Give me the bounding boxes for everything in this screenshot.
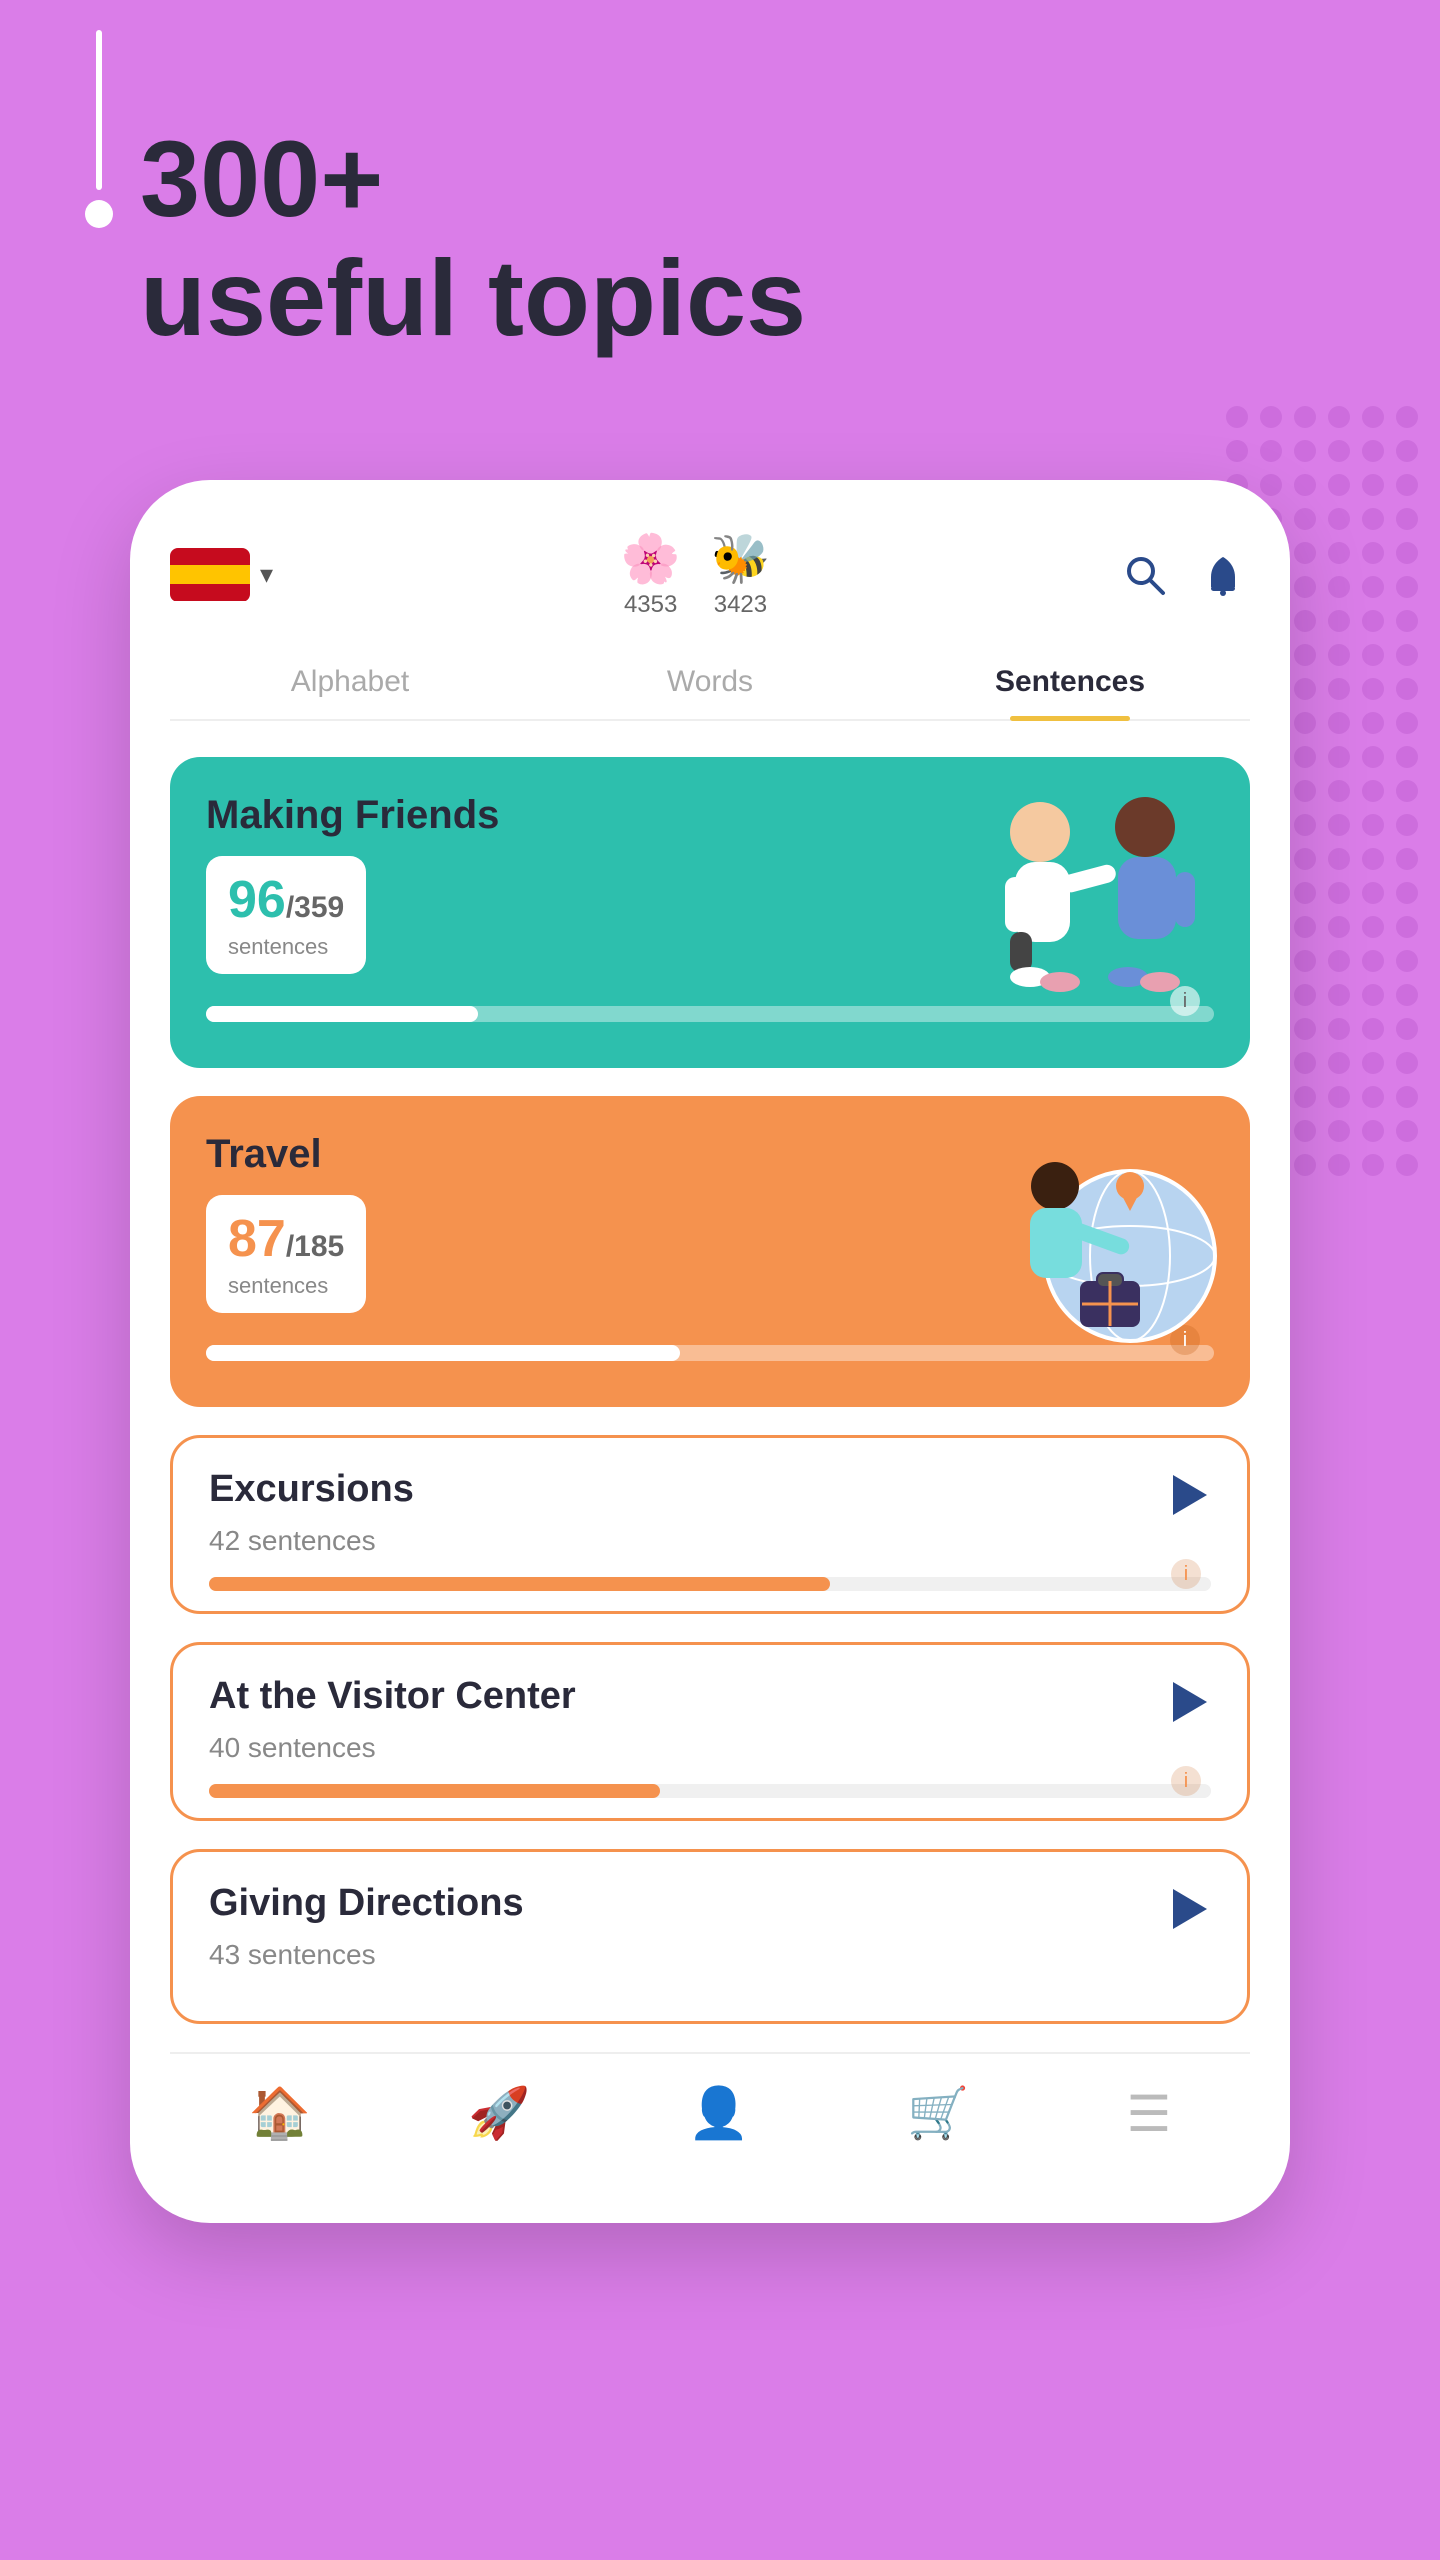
bee-icon: 🐝	[711, 530, 771, 587]
making-friends-card[interactable]: Making Friends 96/359 sentences i	[170, 757, 1250, 1068]
bottom-nav-profile[interactable]: 👤	[668, 2074, 770, 2153]
visitor-center-progress-bar: i	[209, 1784, 1211, 1798]
bee-count-group: 🐝 3423	[711, 530, 771, 619]
visitor-center-title: At the Visitor Center	[209, 1675, 1211, 1718]
making-friends-progress-bar: i	[206, 1006, 1214, 1022]
flag-dropdown-arrow: ▾	[260, 559, 273, 590]
travel-progress-badge: 87/185 sentences	[206, 1195, 366, 1313]
visitor-center-play-button[interactable]	[1163, 1675, 1217, 1729]
visitor-center-info-icon[interactable]: i	[1171, 1766, 1201, 1796]
nav-center-icons: 🌸 4353 🐝 3423	[621, 530, 771, 619]
rocket-icon: 🚀	[468, 2084, 530, 2143]
giving-directions-count: 43 sentences	[209, 1939, 1211, 1971]
nav-right-actions	[1118, 548, 1250, 602]
header-section: 300+ useful topics	[140, 120, 806, 358]
nav-bar: ▾ 🌸 4353 🐝 3423	[170, 530, 1250, 619]
excursions-progress-fill	[209, 1577, 830, 1591]
flower-icon: 🌸	[621, 530, 681, 587]
play-triangle-icon-2	[1173, 1682, 1207, 1722]
notifications-button[interactable]	[1196, 548, 1250, 602]
making-friends-progress-num: 96	[228, 871, 286, 929]
visitor-center-count: 40 sentences	[209, 1732, 1211, 1764]
header-title-line2: useful topics	[140, 239, 806, 358]
play-triangle-icon	[1173, 1475, 1207, 1515]
visitor-center-card[interactable]: At the Visitor Center 40 sentences i	[170, 1642, 1250, 1821]
home-icon: 🏠	[249, 2084, 311, 2143]
decoration-line	[85, 30, 113, 228]
tab-bar: Alphabet Words Sentences	[170, 649, 1250, 721]
flower-count-group: 🌸 4353	[621, 530, 681, 619]
bottom-nav-shop[interactable]: 🛒	[887, 2074, 989, 2153]
header-title-line1: 300+	[140, 120, 806, 239]
bottom-nav-menu[interactable]: ☰	[1107, 2075, 1192, 2153]
excursions-progress-bar: i	[209, 1577, 1211, 1591]
excursions-title: Excursions	[209, 1468, 1211, 1511]
giving-directions-play-button[interactable]	[1163, 1882, 1217, 1936]
travel-progress-label: sentences	[228, 1273, 344, 1299]
making-friends-progress-fill	[206, 1006, 478, 1022]
play-triangle-icon-3	[1173, 1889, 1207, 1929]
travel-illustration	[970, 1126, 1230, 1346]
travel-card[interactable]: Travel 87/185 sentences i	[170, 1096, 1250, 1407]
tab-alphabet[interactable]: Alphabet	[250, 649, 450, 719]
travel-progress-fill	[206, 1345, 680, 1361]
giving-directions-card[interactable]: Giving Directions 43 sentences	[170, 1849, 1250, 2024]
bottom-nav-home[interactable]: 🏠	[229, 2074, 331, 2153]
excursions-info-icon[interactable]: i	[1171, 1559, 1201, 1589]
phone-mockup: ▾ 🌸 4353 🐝 3423	[130, 480, 1290, 2223]
flower-count: 4353	[624, 591, 677, 619]
bee-count: 3423	[714, 591, 767, 619]
bottom-nav-rocket[interactable]: 🚀	[448, 2074, 550, 2153]
making-friends-progress-badge: 96/359 sentences	[206, 856, 366, 974]
excursions-card[interactable]: Excursions 42 sentences i	[170, 1435, 1250, 1614]
bottom-navigation: 🏠 🚀 👤 🛒 ☰	[170, 2052, 1250, 2163]
search-button[interactable]	[1118, 548, 1172, 602]
menu-icon: ☰	[1127, 2085, 1172, 2143]
travel-progress-num: 87	[228, 1210, 286, 1268]
spain-flag	[170, 548, 250, 602]
making-friends-progress-total: /359	[286, 891, 344, 924]
visitor-center-progress-fill	[209, 1784, 660, 1798]
excursions-play-button[interactable]	[1163, 1468, 1217, 1522]
travel-progress-bar: i	[206, 1345, 1214, 1361]
tab-sentences[interactable]: Sentences	[970, 649, 1170, 719]
tab-words[interactable]: Words	[610, 649, 810, 719]
giving-directions-title: Giving Directions	[209, 1882, 1211, 1925]
excursions-count: 42 sentences	[209, 1525, 1211, 1557]
travel-progress-total: /185	[286, 1230, 344, 1263]
profile-icon: 👤	[688, 2084, 750, 2143]
language-selector[interactable]: ▾	[170, 548, 273, 602]
making-friends-progress-label: sentences	[228, 934, 344, 960]
shop-icon: 🛒	[907, 2084, 969, 2143]
making-friends-illustration	[950, 777, 1230, 997]
